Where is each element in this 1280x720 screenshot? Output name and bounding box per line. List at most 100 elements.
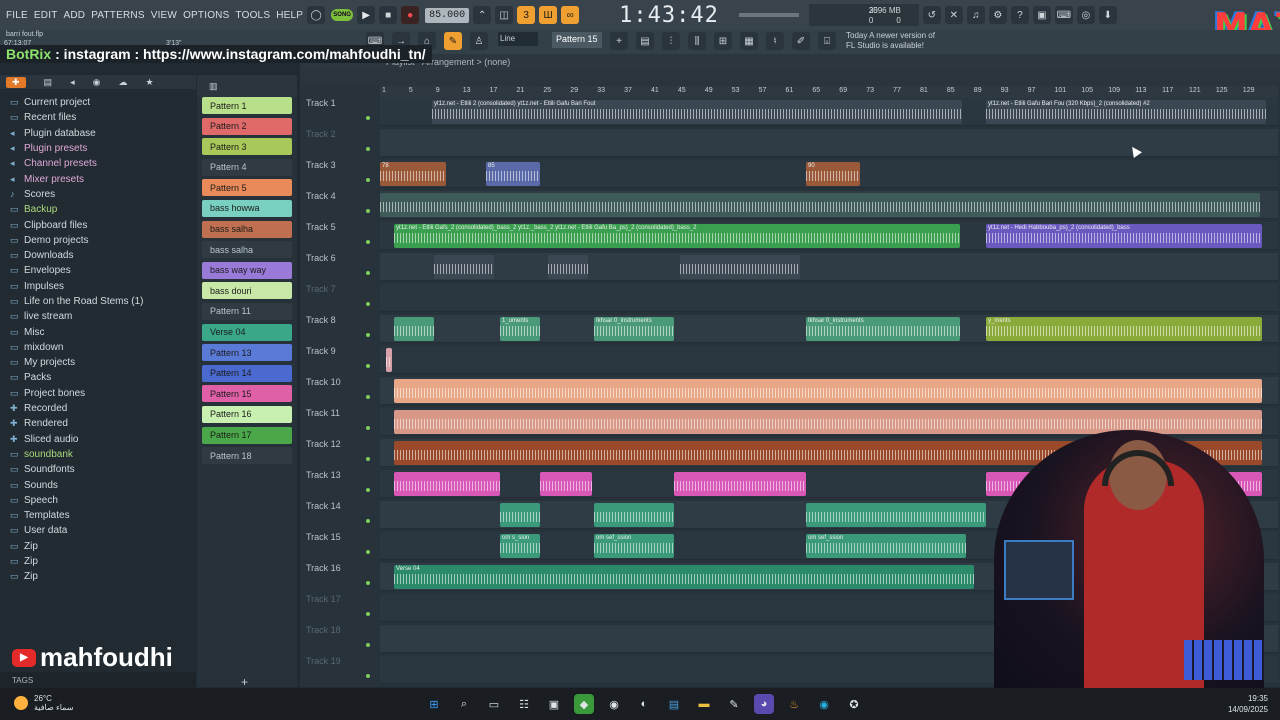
track-header[interactable]: Track 13	[306, 470, 374, 498]
microphone-icon[interactable]: ♫	[966, 6, 985, 24]
playlist-clip[interactable]	[386, 348, 392, 372]
track-lane[interactable]: 78 85 90	[380, 160, 1278, 188]
track-mute-led[interactable]	[366, 550, 370, 554]
pattern-item[interactable]: Pattern 16	[202, 405, 292, 423]
playlist-clip[interactable]: Ikhsar 0_instruments	[806, 317, 960, 341]
browser-tab-db-icon[interactable]: ◉	[93, 77, 101, 88]
browser-item[interactable]: ♪ Scores	[0, 187, 196, 202]
track-lane[interactable]	[380, 377, 1278, 405]
midi-icon[interactable]: ⌨	[1054, 6, 1073, 24]
obs-icon[interactable]: ◉	[604, 694, 624, 714]
search-icon[interactable]: ⌕	[454, 694, 474, 714]
stop-button[interactable]: ■	[379, 6, 398, 24]
browser-item[interactable]: ▭ Project bones	[0, 386, 196, 401]
browser-item[interactable]: ▭ Impulses	[0, 279, 196, 294]
menu-add[interactable]: ADD	[64, 10, 86, 21]
playlist-clip[interactable]	[394, 472, 500, 496]
track-mute-led[interactable]	[366, 612, 370, 616]
mixer-fader-icon[interactable]: ⫼	[688, 32, 706, 50]
track-mute-led[interactable]	[366, 178, 370, 182]
track-header[interactable]: Track 8	[306, 315, 374, 343]
piano-roll-icon[interactable]: ▤	[636, 32, 654, 50]
weather-widget[interactable]: 26°C سماء صافية	[14, 694, 74, 712]
file-explorer-icon[interactable]: ▬	[694, 694, 714, 714]
fl-taskbar-icon[interactable]: ♨	[784, 694, 804, 714]
channel-rack-icon[interactable]: ⫶	[662, 32, 680, 50]
playlist-clip[interactable]	[380, 193, 1260, 217]
playlist-clip[interactable]: yt1z.net - Etlili 2 (consolidated) yt1z.…	[432, 100, 962, 124]
track-mute-led[interactable]	[366, 643, 370, 647]
playlist-clip[interactable]: y_ments	[986, 317, 1262, 341]
windows-start-icon[interactable]: ⊞	[424, 694, 444, 714]
play-button[interactable]: ▶	[357, 6, 376, 24]
add-pattern-plus-icon[interactable]: +	[241, 675, 248, 689]
browser-item[interactable]: ▭ Templates	[0, 508, 196, 523]
menu-edit[interactable]: EDIT	[34, 10, 58, 21]
playlist-clip[interactable]	[806, 503, 986, 527]
pattern-item[interactable]: Verse 04	[202, 323, 292, 341]
browser-item[interactable]: ◂ Channel presets	[0, 156, 196, 171]
pattern-item[interactable]: bass douri	[202, 282, 292, 300]
track-header[interactable]: Track 12	[306, 439, 374, 467]
track-lane[interactable]	[380, 191, 1278, 219]
pattern-item[interactable]: Pattern 17	[202, 426, 292, 444]
browser-item[interactable]: ▭ User data	[0, 523, 196, 538]
browser-item[interactable]: ✚ Recorded	[0, 401, 196, 416]
track-mute-led[interactable]	[366, 426, 370, 430]
track-mute-led[interactable]	[366, 240, 370, 244]
browser-item[interactable]: ▭ Soundfonts	[0, 462, 196, 477]
playlist-clip[interactable]: 85	[486, 162, 540, 186]
mic-icon[interactable]: ♮	[766, 32, 784, 50]
undo-icon[interactable]: ↺	[922, 6, 941, 24]
store-icon[interactable]: ▤	[664, 694, 684, 714]
playlist-clip[interactable]: om sef_ssion	[806, 534, 966, 558]
playlist-clip[interactable]	[394, 379, 1262, 403]
clipboard-icon[interactable]: ▦	[740, 32, 758, 50]
browser-item[interactable]: ◂ Plugin database	[0, 126, 196, 141]
browser-item[interactable]: ▭ Zip	[0, 539, 196, 554]
track-header[interactable]: Track 5	[306, 222, 374, 250]
track-header[interactable]: Track 1	[306, 98, 374, 126]
browser-item[interactable]: ▭ Backup	[0, 202, 196, 217]
browser-item[interactable]: ▭ Envelopes	[0, 263, 196, 278]
browser-item[interactable]: ▭ My projects	[0, 355, 196, 370]
widgets-icon[interactable]: ☷	[514, 694, 534, 714]
loop-mode-icon[interactable]: ◯	[307, 6, 326, 24]
track-mute-led[interactable]	[366, 581, 370, 585]
playlist-clip[interactable]: Verse 04	[394, 565, 974, 589]
add-pattern-icon[interactable]: +	[610, 32, 628, 50]
track-header[interactable]: Track 6	[306, 253, 374, 281]
playlist-clip[interactable]: 1_uments	[500, 317, 540, 341]
pattern-selector[interactable]: Pattern 15	[552, 32, 602, 48]
browser-item[interactable]: ▭ Zip	[0, 554, 196, 569]
stamp-icon[interactable]: ♙	[470, 32, 488, 50]
menu-file[interactable]: FILE	[6, 10, 28, 21]
plugin-icon[interactable]: ⊞	[714, 32, 732, 50]
browser-tab-fav-icon[interactable]: ★	[145, 77, 153, 88]
track-header[interactable]: Track 19	[306, 656, 374, 684]
track-mute-led[interactable]	[366, 209, 370, 213]
master-volume-slider[interactable]	[738, 13, 799, 17]
browser-item[interactable]: ▭ Recent files	[0, 110, 196, 125]
download-icon[interactable]: ⬇	[1098, 6, 1117, 24]
track-lane[interactable]: 1_uments Ikhsar 0_instruments Ikhsar 0_ins…	[380, 315, 1278, 343]
track-mute-led[interactable]	[366, 674, 370, 678]
blend-notes-icon[interactable]: ∞	[561, 6, 580, 24]
pattern-item[interactable]: bass salha	[202, 220, 292, 238]
track-lane[interactable]	[380, 129, 1278, 157]
snap-select[interactable]: Line	[498, 32, 538, 46]
browser-item[interactable]: ▭ Sounds	[0, 477, 196, 492]
menu-tools[interactable]: TOOLS	[235, 10, 270, 21]
record-button[interactable]: ●	[401, 6, 420, 24]
playlist-clip[interactable]	[540, 472, 592, 496]
track-lane[interactable]	[380, 284, 1278, 312]
playlist-clip[interactable]	[500, 503, 540, 527]
playlist-clip[interactable]: om sef_ssion	[594, 534, 674, 558]
pattern-item[interactable]: Pattern 18	[202, 447, 292, 465]
menu-view[interactable]: VIEW	[151, 10, 177, 21]
timeline-ruler[interactable]: 1 5 9 13 17 21 25 29 33 37 41 45 49 53 57 61 65 69 73 77 81 8…	[380, 86, 1278, 98]
pattern-item[interactable]: Pattern 3	[202, 138, 292, 156]
track-header[interactable]: Track 3	[306, 160, 374, 188]
playlist-clip[interactable]: Ikhsar 0_instruments	[594, 317, 674, 341]
tags-bar[interactable]: TAGS	[0, 672, 196, 688]
